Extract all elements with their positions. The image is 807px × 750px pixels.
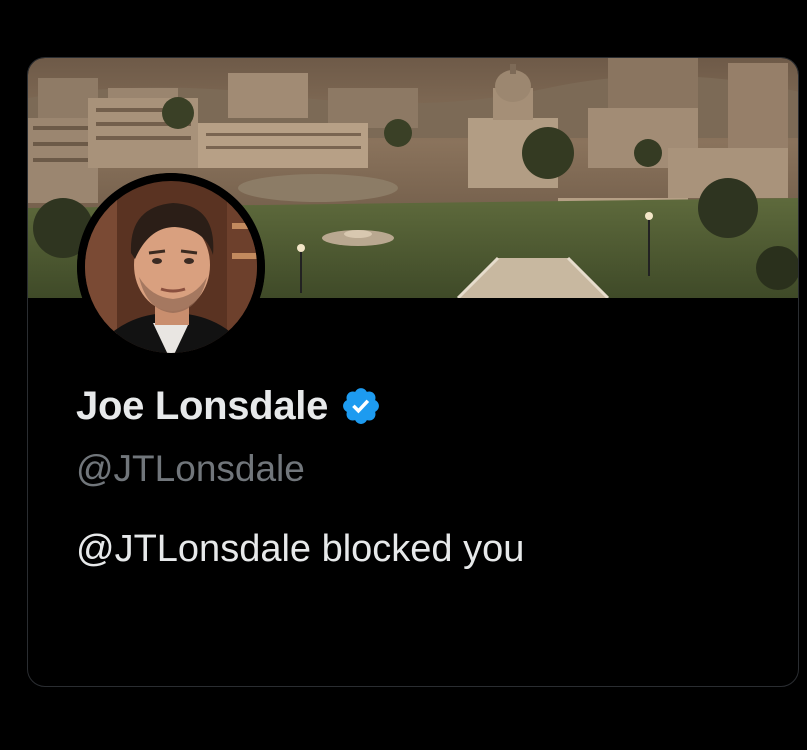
profile-card: Joe Lonsdale @JTLonsdale @JTLonsdale blo…: [27, 57, 799, 687]
blocked-message: @JTLonsdale blocked you: [76, 528, 525, 570]
profile-avatar[interactable]: [77, 173, 265, 361]
verified-badge-icon[interactable]: [340, 385, 382, 427]
profile-name-row: Joe Lonsdale: [76, 382, 382, 430]
profile-handle: @JTLonsdale: [76, 448, 305, 489]
display-name: Joe Lonsdale: [76, 383, 329, 428]
